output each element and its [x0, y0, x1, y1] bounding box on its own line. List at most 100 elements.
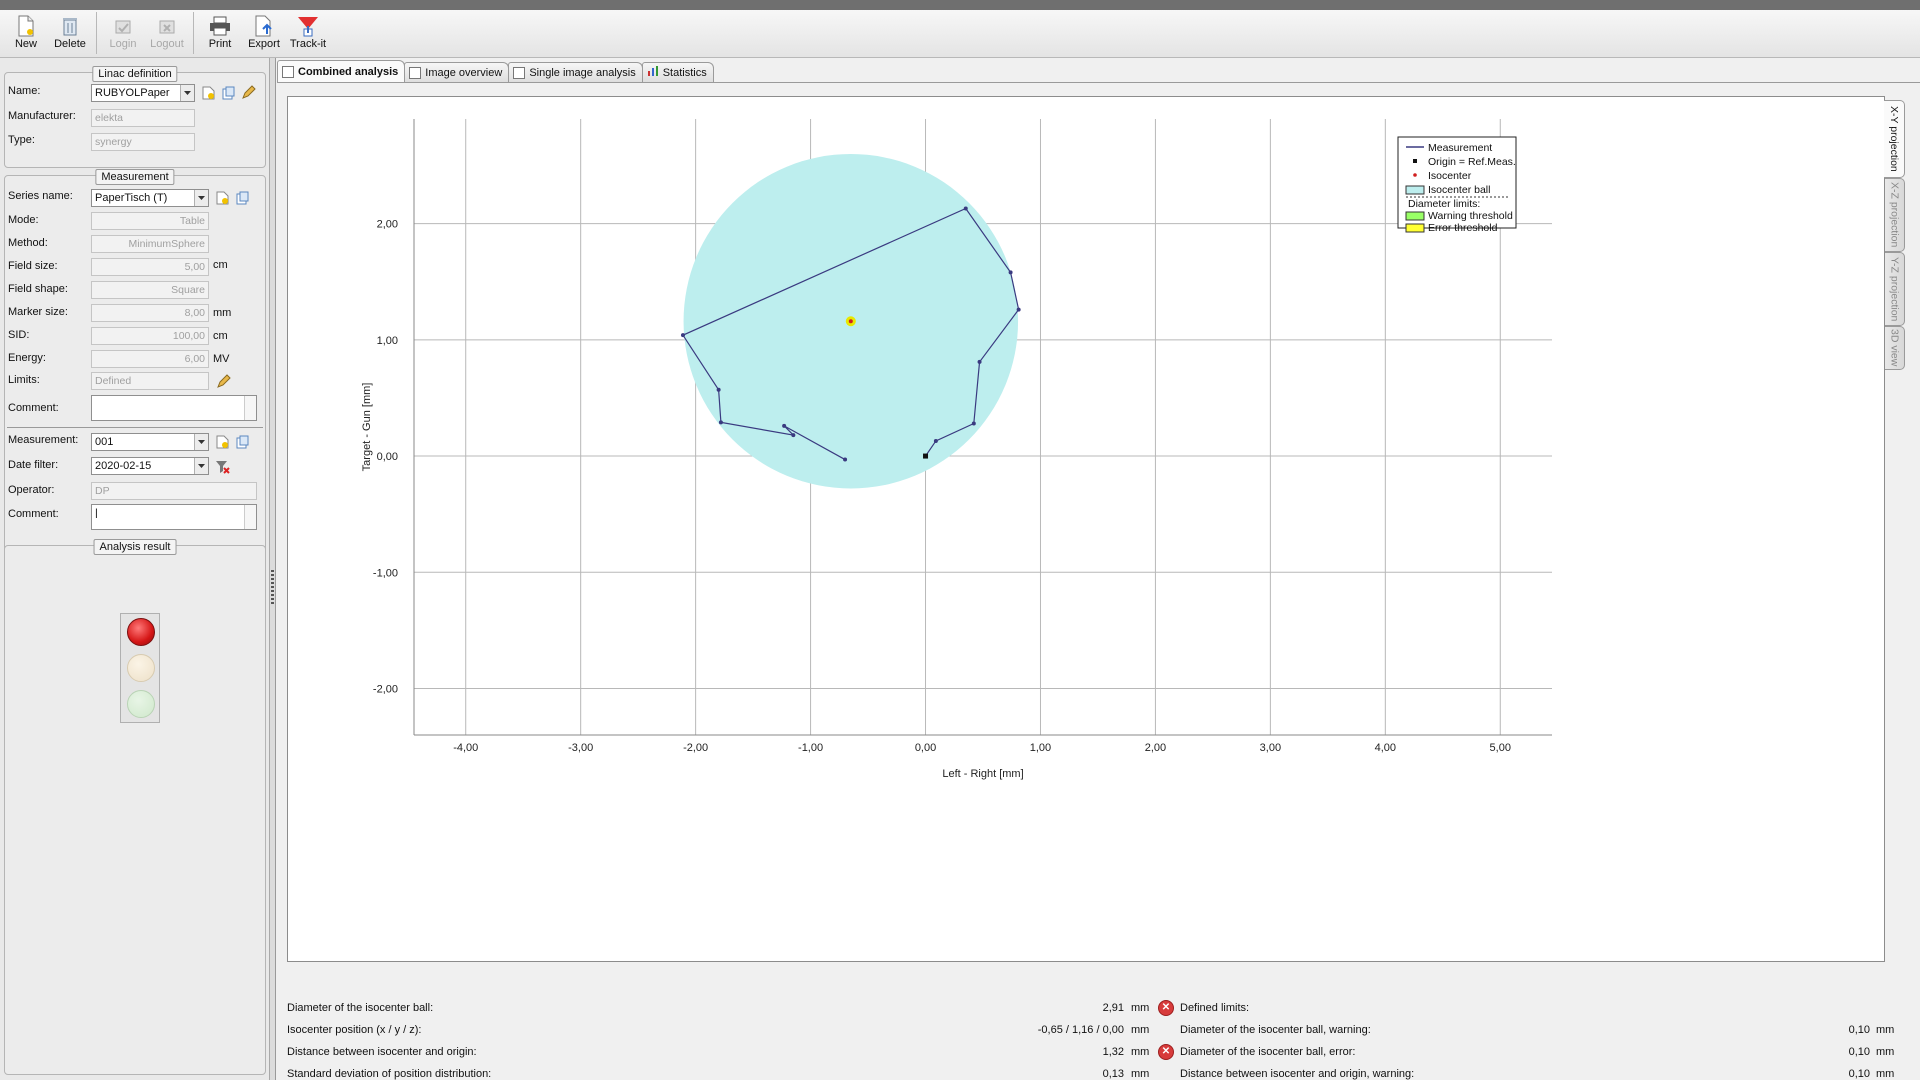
name-label: Name:	[8, 85, 41, 97]
method-label: Method:	[8, 237, 48, 249]
tab-label: X-Y projection	[1888, 106, 1900, 172]
measurement-select[interactable]: 001	[91, 433, 209, 451]
tab-yz-projection[interactable]: Y-Z projection	[1885, 252, 1905, 326]
series-name-select[interactable]: PaperTisch (T)	[91, 189, 209, 207]
series-comment-field[interactable]	[91, 395, 257, 421]
result-label: Diameter of the isocenter ball:	[287, 1002, 434, 1014]
y-tick-label: 2,00	[377, 219, 398, 231]
tab-label: Statistics	[662, 66, 707, 79]
chart-svg: -4,00 -3,00 -2,00 -1,00 0,00 1,00 2,00 3,00 4,00…	[361, 119, 1552, 780]
splitter-grip-icon[interactable]	[271, 570, 274, 604]
measurement-value: 001	[95, 436, 114, 448]
divider	[7, 427, 263, 428]
new-linac-icon[interactable]	[200, 85, 216, 101]
window-title-strip	[0, 0, 1920, 10]
new-button[interactable]: New	[4, 10, 48, 56]
operator-label: Operator:	[8, 484, 55, 496]
mode-label: Mode:	[8, 214, 39, 226]
limit-value: 0,10	[1848, 1046, 1870, 1058]
export-button[interactable]: Export	[242, 10, 286, 56]
comment-scroll-arrows[interactable]	[244, 505, 256, 529]
copy-measurement-icon[interactable]	[234, 434, 250, 450]
chevron-down-icon[interactable]	[180, 85, 194, 101]
tab-label: Y-Z projection	[1888, 256, 1901, 322]
copy-series-icon[interactable]	[234, 190, 250, 206]
limit-value: 0,10	[1848, 1024, 1870, 1036]
new-measurement-icon[interactable]	[214, 434, 230, 450]
limit-label: Diameter of the isocenter ball, warning:	[1180, 1024, 1371, 1036]
measurement-point	[933, 438, 938, 443]
y-tick-label: 0,00	[377, 451, 398, 463]
tab-xy-projection[interactable]: X-Y projection	[1884, 100, 1905, 178]
measurement-comment-field[interactable]: |	[91, 504, 257, 530]
legend-isocenter-label: Isocenter	[1428, 170, 1472, 182]
chevron-down-icon[interactable]	[194, 434, 208, 450]
chevron-down-icon[interactable]	[194, 190, 208, 206]
main-tabs: Combined analysis Image overview Single …	[277, 60, 714, 82]
new-series-icon[interactable]	[214, 190, 230, 206]
analysis-result-title: Analysis result	[93, 539, 177, 555]
tab-single-image-analysis[interactable]: Single image analysis	[508, 62, 643, 82]
measurement-point	[716, 387, 721, 392]
measurement-point	[1008, 270, 1013, 275]
export-icon	[253, 14, 275, 38]
measurement-point	[843, 457, 848, 462]
operator-field: DP	[91, 482, 257, 500]
x-tick-label: 5,00	[1490, 742, 1511, 754]
login-button[interactable]: Login	[101, 10, 145, 56]
export-button-label: Export	[248, 38, 280, 50]
legend-ball-label: Isocenter ball	[1428, 184, 1490, 196]
tab-image-overview[interactable]: Image overview	[404, 62, 510, 82]
limit-unit: mm	[1876, 1024, 1895, 1036]
limit-unit: mm	[1876, 1068, 1895, 1080]
tab-statistics[interactable]: Statistics	[641, 62, 714, 82]
logout-button[interactable]: Logout	[145, 10, 189, 56]
x-tick-label: -2,00	[683, 742, 708, 754]
origin-point	[923, 453, 929, 459]
panel-splitter[interactable]	[270, 58, 276, 1080]
result-unit: mm	[1131, 1024, 1150, 1036]
toolbar: New Delete Login Logout Print Export Tra…	[0, 10, 1920, 58]
copy-linac-icon[interactable]	[220, 85, 236, 101]
measurement-point	[680, 333, 685, 338]
left-panel: Linac definition Name: RUBYOLPaper Manuf…	[0, 58, 270, 1080]
toolbar-separator	[193, 12, 194, 54]
result-label: Distance between isocenter and origin:	[287, 1046, 477, 1058]
measurement-point	[791, 433, 796, 438]
legend-error-swatch	[1405, 223, 1425, 233]
energy-unit: MV	[213, 353, 230, 365]
measurement-group: Measurement Series name: PaperTisch (T) …	[4, 169, 266, 590]
marker-size-field: 8,00	[91, 304, 209, 322]
field-shape-field: Square	[91, 281, 209, 299]
chevron-down-icon[interactable]	[194, 458, 208, 474]
edit-linac-icon[interactable]	[240, 84, 256, 100]
combined-analysis-icon	[282, 65, 294, 78]
manufacturer-label: Manufacturer:	[8, 110, 76, 122]
image-overview-icon	[409, 66, 422, 79]
clear-filter-icon[interactable]	[214, 458, 230, 474]
isocenter-point	[848, 319, 853, 324]
x-tick-label: 0,00	[915, 742, 936, 754]
method-field: MinimumSphere	[91, 235, 209, 253]
manufacturer-field: elekta	[91, 109, 195, 127]
limit-label: Distance between isocenter and origin, w…	[1180, 1068, 1415, 1080]
tab-combined-analysis[interactable]: Combined analysis	[277, 60, 406, 82]
date-filter-value: 2020-02-15	[95, 460, 152, 472]
delete-button[interactable]: Delete	[48, 10, 92, 56]
linac-definition-group: Linac definition Name: RUBYOLPaper Manuf…	[4, 66, 266, 168]
tab-xz-projection[interactable]: X-Z projection	[1885, 178, 1905, 252]
measurement-point	[977, 359, 982, 364]
tab-3d-view[interactable]: 3D view	[1885, 326, 1905, 370]
green-lamp-icon	[127, 690, 155, 718]
date-filter-label: Date filter:	[8, 459, 59, 471]
date-filter-select[interactable]: 2020-02-15	[91, 457, 209, 475]
x-tick-label: -4,00	[453, 742, 478, 754]
field-size-unit: cm	[213, 259, 228, 271]
linac-name-select[interactable]: RUBYOLPaper	[91, 84, 195, 102]
result-unit: mm	[1131, 1068, 1150, 1080]
comment-scroll-arrows[interactable]	[244, 396, 256, 420]
edit-limits-icon[interactable]	[215, 373, 231, 389]
print-button[interactable]: Print	[198, 10, 242, 56]
type-field: synergy	[91, 133, 195, 151]
track-it-button[interactable]: Track-it	[286, 10, 330, 56]
